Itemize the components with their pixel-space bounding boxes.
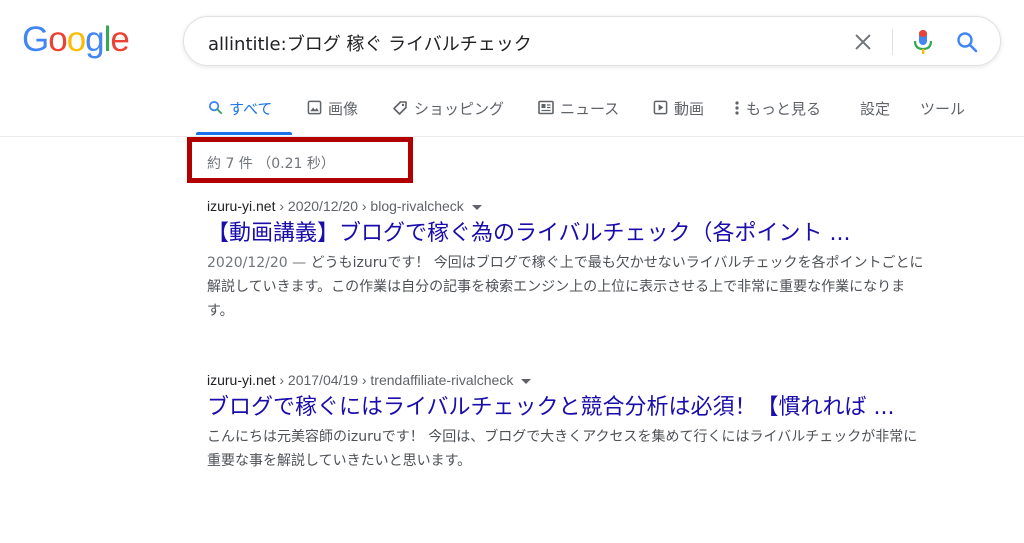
more-vert-icon (735, 101, 739, 115)
tab-label: 画像 (328, 100, 359, 118)
logo-letter: l (103, 20, 112, 59)
logo-letter: G (22, 20, 49, 59)
dropdown-arrow-icon[interactable] (521, 378, 532, 384)
tab-all[interactable]: すべて (208, 98, 272, 134)
tab-label: もっと見る (746, 100, 822, 118)
result-path: › 2017/04/19 › trendaffiliate-rivalcheck (275, 372, 514, 388)
logo-letter: g (85, 20, 104, 59)
search-icon (208, 100, 223, 115)
tab-label: すべて (229, 100, 273, 118)
result-snippet: 2020/12/20 — どうもizuruです！ 今回はブログで稼ぐ上で最も欠か… (207, 251, 927, 323)
result-snippet: こんにちは元美容師のizuruです！ 今回は、ブログで大きくアクセスを集めて行く… (207, 425, 927, 473)
logo-letter: o (48, 20, 67, 59)
result-date: 2020/12/20 — (207, 255, 311, 271)
search-box[interactable]: allintitle:ブログ 稼ぐ ライバルチェック (183, 16, 1001, 66)
dropdown-arrow-icon[interactable] (471, 204, 482, 210)
tab-label: ショッピング (414, 100, 505, 118)
tab-label: ニュース (560, 100, 620, 118)
search-divider (892, 29, 893, 55)
result-site: izuru-yi.net (207, 198, 276, 214)
active-tab-indicator (196, 132, 292, 135)
highlight-annotation (187, 137, 413, 183)
tab-shopping[interactable]: ショッピング (392, 98, 504, 134)
result-snippet-text: こんにちは元美容師のizuruです！ 今回は、ブログで大きくアクセスを集めて行く… (207, 429, 918, 469)
tab-label: 設定 (860, 100, 891, 118)
result-title-link[interactable]: ブログで稼ぐにはライバルチェックと競合分析は必須！【慣れれば ... (207, 393, 927, 423)
result-breadcrumb[interactable]: izuru-yi.net › 2017/04/19 › trendaffilia… (207, 372, 927, 388)
search-result: izuru-yi.net › 2020/12/20 › blog-rivalch… (207, 198, 927, 323)
tab-tools[interactable]: ツール (920, 98, 965, 134)
search-result: izuru-yi.net › 2017/04/19 › trendaffilia… (207, 372, 927, 473)
result-breadcrumb[interactable]: izuru-yi.net › 2020/12/20 › blog-rivalch… (207, 198, 927, 214)
close-icon[interactable] (852, 31, 874, 53)
google-logo[interactable]: Google (22, 20, 130, 59)
result-site: izuru-yi.net (207, 372, 276, 388)
result-path: › 2020/12/20 › blog-rivalcheck (275, 198, 464, 214)
search-icon[interactable] (955, 30, 979, 54)
tab-label: ツール (920, 100, 966, 118)
news-icon (538, 100, 554, 115)
logo-letter: o (66, 20, 86, 59)
tag-icon (393, 101, 407, 115)
tab-news[interactable]: ニュース (538, 98, 619, 134)
microphone-icon[interactable] (912, 29, 934, 55)
video-icon (653, 100, 668, 115)
image-icon (307, 100, 322, 115)
result-title-link[interactable]: 【動画講義】ブログで稼ぐ為のライバルチェック（各ポイント ... (207, 219, 927, 249)
tab-settings[interactable]: 設定 (860, 98, 890, 134)
search-results-page: Google allintitle:ブログ 稼ぐ ライバルチェック すべて 画像… (0, 0, 1024, 543)
result-snippet-text: どうもizuruです！ 今回はブログで稼ぐ上で最も欠かせないライバルチェックを各… (207, 255, 924, 319)
tab-label: 動画 (674, 100, 705, 118)
search-tabs: すべて 画像 ショッピング ニュース 動画 もっと見る 設定 ツール (0, 90, 1024, 137)
tab-images[interactable]: 画像 (307, 98, 358, 134)
tab-videos[interactable]: 動画 (653, 98, 704, 134)
tab-more[interactable]: もっと見る (734, 98, 821, 134)
search-input[interactable]: allintitle:ブログ 稼ぐ ライバルチェック (208, 30, 532, 56)
logo-letter: e (110, 20, 129, 59)
